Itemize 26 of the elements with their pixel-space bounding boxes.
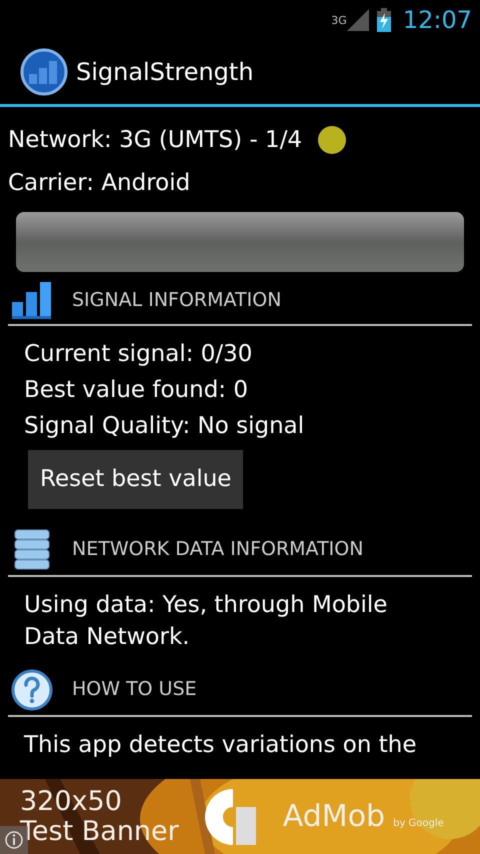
ad-banner[interactable]: 320x50 Test Banner AdMob by Google [0,779,480,854]
app-logo-icon [20,48,68,96]
database-icon [14,528,50,570]
info-text: Current signal: 0/30 [24,340,254,369]
ad-label: Test Banner [20,816,179,846]
info-text: Best value found: 0 [24,376,249,405]
section-header: NETWORK DATA INFORMATION [72,537,364,562]
section-header: HOW TO USE [72,677,197,702]
signal-icon [346,9,369,31]
app-title: SignalStrength [76,57,254,88]
bar-chart-icon [10,280,54,320]
ad-brand: AdMob [282,798,386,836]
info-text: Using data: Yes, through Mobile Data Network. [24,590,388,652]
network-type: 3G [331,13,347,29]
carrier-label: Carrier: Android [8,170,190,196]
info-text: Signal Quality: No signal [24,412,306,441]
section-header: SIGNAL INFORMATION [72,288,282,313]
logo-icon [202,786,259,846]
clock: 12:07 [402,5,472,36]
network-label: Network: 3G (UMTS) - 1/4 [8,126,302,155]
help-icon [11,668,53,710]
ad-byline: by Google [393,817,444,831]
ad-size: 320x50 [20,786,123,816]
reset-button[interactable]: Reset best value [28,450,244,508]
battery-charging-icon [376,8,391,32]
info-text: This app detects variations on the [24,730,418,760]
